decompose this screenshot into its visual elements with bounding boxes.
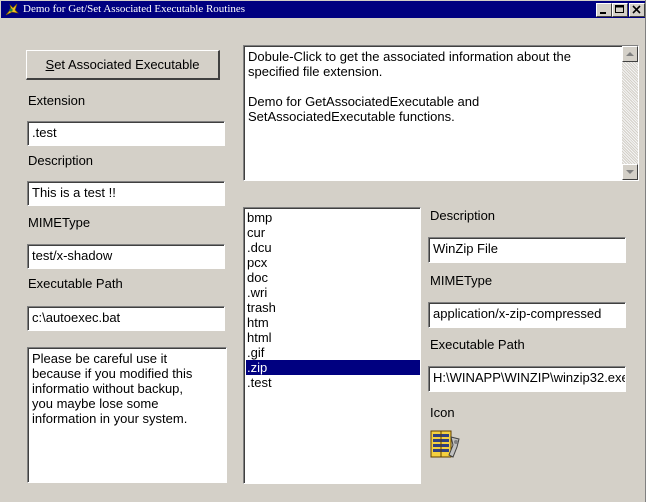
icon-label: Icon	[430, 405, 455, 420]
description-field[interactable]: This is a test !!	[27, 181, 225, 206]
info-vertical-scrollbar[interactable]	[622, 46, 638, 180]
right-description-field[interactable]: WinZip File	[428, 237, 626, 263]
list-item[interactable]: .test	[246, 375, 420, 390]
mimetype-field[interactable]: test/x-shadow	[27, 244, 225, 269]
list-item[interactable]: cur	[246, 225, 420, 240]
window-title: Demo for Get/Set Associated Executable R…	[23, 3, 246, 15]
list-item[interactable]: pcx	[246, 255, 420, 270]
list-item[interactable]: .wri	[246, 285, 420, 300]
winzip-icon	[429, 427, 463, 461]
app-icon	[4, 2, 20, 17]
scroll-up-button[interactable]	[622, 46, 638, 62]
list-item[interactable]: .zip	[246, 360, 420, 375]
description-label: Description	[28, 153, 94, 168]
list-item[interactable]: htm	[246, 315, 420, 330]
app-window: Demo for Get/Set Associated Executable R…	[0, 0, 646, 502]
extension-field[interactable]: .test	[27, 121, 225, 146]
list-item[interactable]: doc	[246, 270, 420, 285]
maximize-button[interactable]	[612, 3, 628, 17]
extension-list[interactable]: bmp cur .dcu pcx doc .wri trash htm html .gif .zip…	[243, 207, 421, 484]
executable-path-label: Executable Path	[28, 276, 123, 291]
warning-text: Please be careful use it because if you …	[32, 351, 197, 426]
right-executable-path-label: Executable Path	[430, 337, 525, 352]
close-icon	[630, 4, 644, 19]
set-button-mnemonic: S	[45, 57, 55, 72]
set-associated-executable-button[interactable]: Set Associated Executable	[26, 50, 220, 80]
list-item[interactable]: .gif	[246, 345, 420, 360]
extension-list-items: bmp cur .dcu pcx doc .wri trash htm html .gif .zip…	[246, 210, 420, 390]
right-executable-path-field[interactable]: H:\WINAPP\WINZIP\winzip32.exe	[428, 366, 626, 392]
maximize-icon	[613, 4, 627, 19]
minimize-button[interactable]	[596, 3, 612, 17]
info-text-line1: Dobule-Click to get the associated infor…	[248, 49, 575, 79]
scroll-down-button[interactable]	[622, 164, 638, 180]
right-description-label: Description	[430, 208, 496, 223]
mimetype-label: MIMEType	[28, 215, 91, 230]
title-bar[interactable]: Demo for Get/Set Associated Executable R…	[1, 1, 645, 18]
list-item[interactable]: bmp	[246, 210, 420, 225]
extension-label: Extension	[28, 93, 86, 108]
right-mimetype-field[interactable]: application/x-zip-compressed	[428, 302, 626, 328]
list-item[interactable]: html	[246, 330, 420, 345]
info-memo[interactable]: Dobule-Click to get the associated infor…	[243, 45, 639, 181]
list-item[interactable]: .dcu	[246, 240, 420, 255]
list-item[interactable]: trash	[246, 300, 420, 315]
warning-memo[interactable]: Please be careful use it because if you …	[27, 347, 227, 483]
executable-path-field[interactable]: c:\autoexec.bat	[27, 306, 225, 331]
minimize-icon	[597, 4, 611, 19]
set-button-label: et Associated Executable	[54, 57, 200, 72]
info-text-line2: Demo for GetAssociatedExecutable and Set…	[248, 94, 483, 124]
close-button[interactable]	[629, 3, 645, 17]
right-mimetype-label: MIMEType	[430, 273, 493, 288]
